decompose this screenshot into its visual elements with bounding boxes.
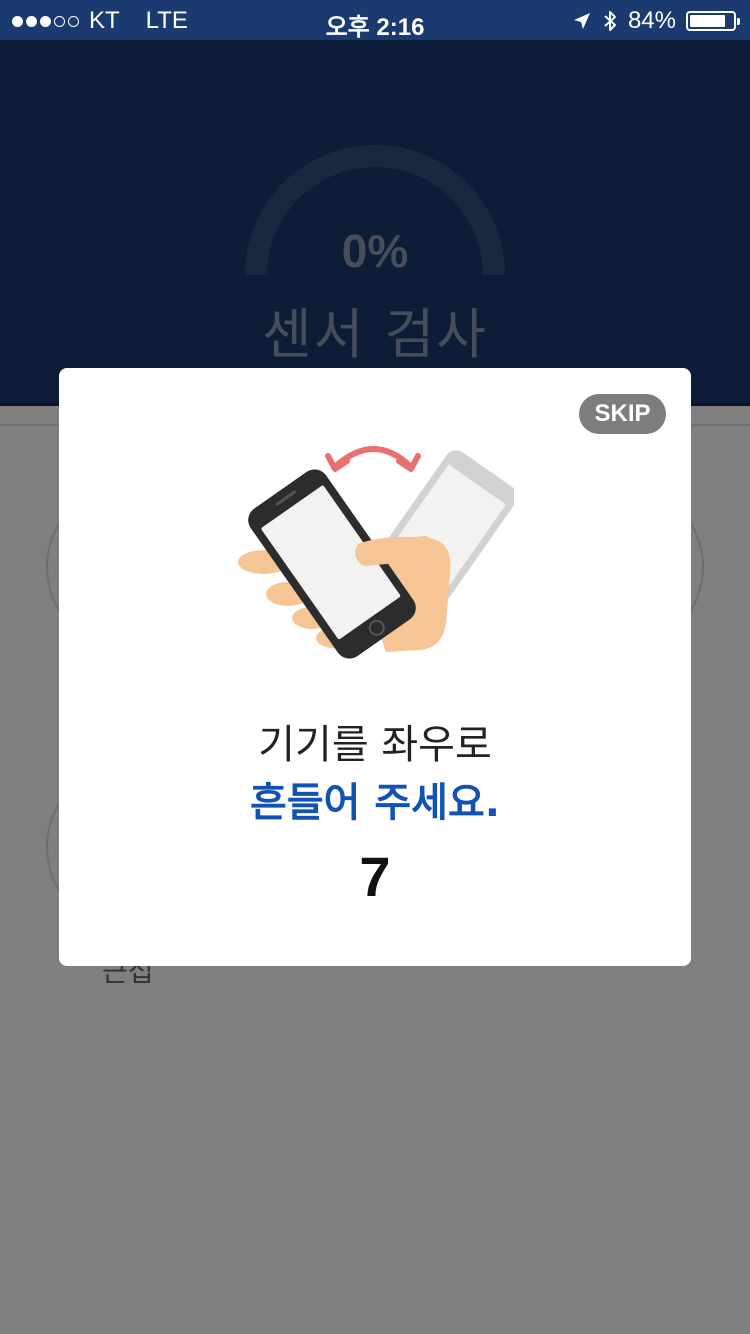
countdown-number: 7 [359, 845, 391, 908]
instruction-emphasis: 흔들어 주세요. [250, 780, 500, 826]
shake-phone-icon [238, 446, 514, 659]
battery-icon [686, 11, 740, 31]
shake-test-dialog: SKIP 기기를 좌우로 흔들어 주세요. 7 [59, 368, 691, 966]
battery-percent: 84% [627, 7, 676, 34]
instruction-text: 기기를 좌우로 [258, 722, 492, 768]
bluetooth-icon [604, 11, 616, 31]
skip-button[interactable]: SKIP [579, 394, 666, 434]
shake-arrow-icon [325, 446, 421, 472]
status-right: 84% [572, 7, 740, 35]
location-arrow-icon [573, 13, 590, 29]
status-bar: KT LTE 오후 2:16 84% [0, 0, 750, 41]
